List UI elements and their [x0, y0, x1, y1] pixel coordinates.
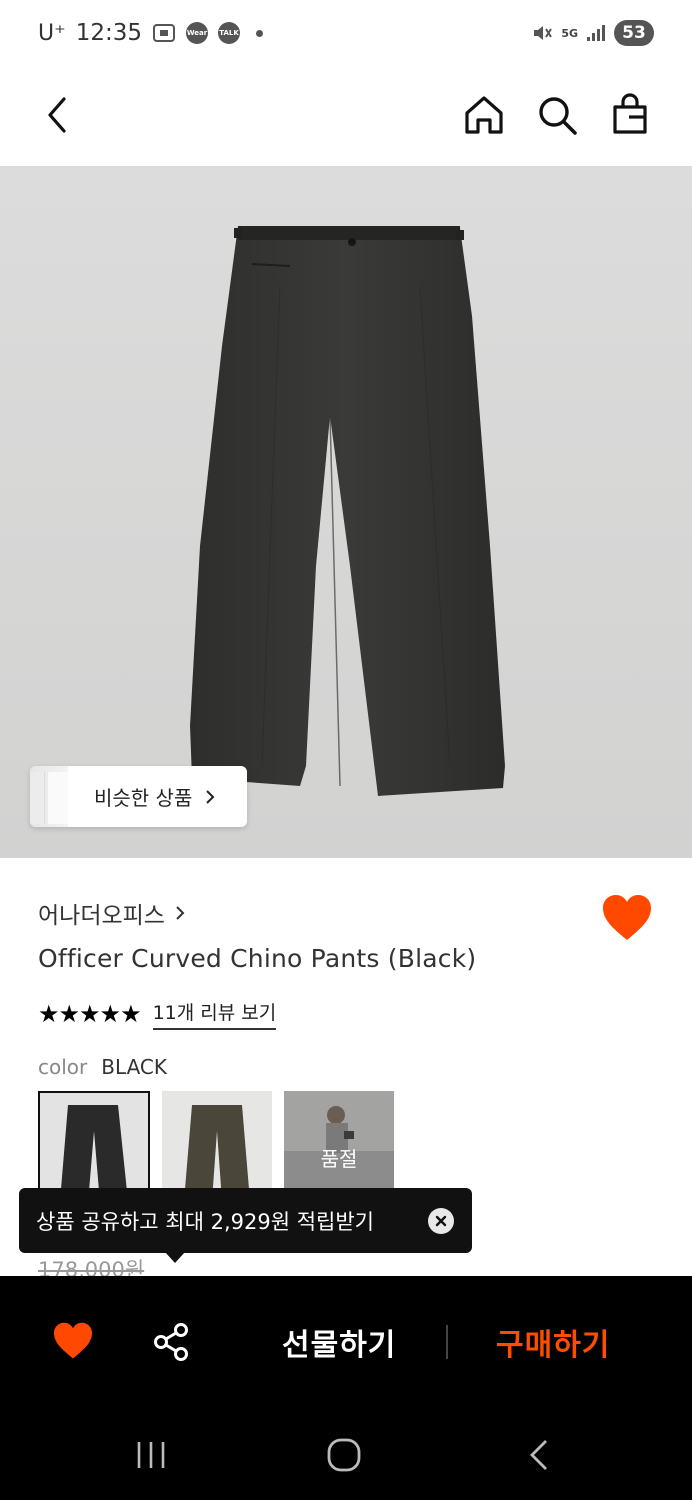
back-nav-button[interactable] — [526, 1438, 550, 1476]
gift-button[interactable]: 선물하기 — [282, 1320, 396, 1364]
status-left: U⁺ 12:35 Wear TALK — [38, 20, 264, 46]
chevron-left-icon — [48, 97, 66, 133]
color-swatches: 품절 — [38, 1091, 394, 1203]
bottom-wishlist-button[interactable] — [52, 1322, 94, 1364]
heart-icon — [603, 895, 651, 940]
talk-icon: TALK — [218, 22, 241, 44]
product-title: Officer Curved Chino Pants (Black) — [38, 944, 477, 973]
similar-products-thumbnail — [30, 766, 68, 827]
recent-apps-icon — [137, 1442, 165, 1468]
swatch-olive[interactable] — [162, 1091, 272, 1201]
heart-icon — [54, 1322, 92, 1359]
pants-illustration — [190, 226, 505, 796]
wear-icon: Wear — [186, 22, 209, 44]
screenshot-icon — [152, 22, 176, 44]
app-header — [0, 72, 692, 166]
star-rating: ★★★★★ — [38, 1000, 142, 1028]
signal-icon — [586, 24, 606, 42]
home-icon — [465, 96, 503, 134]
home-circle-icon — [327, 1438, 361, 1472]
review-link[interactable]: 11개 리뷰 보기 — [152, 998, 277, 1030]
search-button[interactable] — [532, 90, 582, 140]
sold-out-label: 품절 — [320, 1147, 358, 1171]
carrier-label: U⁺ — [38, 20, 66, 46]
recent-apps-button[interactable] — [134, 1438, 168, 1476]
similar-products-label: 비슷한 상품 — [94, 786, 193, 810]
brand-link[interactable]: 어나더오피스 — [38, 896, 187, 930]
chevron-right-icon — [206, 789, 215, 804]
wishlist-button[interactable] — [601, 894, 653, 946]
rating-row: ★★★★★ 11개 리뷰 보기 — [38, 998, 277, 1030]
shopping-bag-icon — [613, 93, 647, 134]
action-divider — [446, 1325, 448, 1359]
close-icon — [435, 1215, 447, 1227]
clock: 12:35 — [75, 20, 143, 46]
tooltip-text: 상품 공유하고 최대 2,929원 적립받기 — [36, 1209, 374, 1234]
battery-indicator: 53 — [614, 20, 654, 46]
status-right: 5G 53 — [531, 20, 654, 46]
chevron-right-icon — [176, 906, 185, 920]
tooltip-close-button[interactable] — [428, 1208, 454, 1234]
search-icon — [539, 97, 577, 135]
similar-products-button[interactable]: 비슷한 상품 — [30, 766, 247, 827]
swatch-model[interactable]: 품절 — [284, 1091, 394, 1201]
mute-icon — [531, 22, 553, 44]
tooltip-arrow — [165, 1252, 185, 1263]
back-button[interactable] — [32, 90, 82, 140]
color-label: color — [38, 1055, 88, 1079]
cart-button[interactable] — [605, 90, 655, 140]
brand-name: 어나더오피스 — [38, 903, 165, 929]
swatch-black[interactable] — [38, 1091, 150, 1203]
color-row: color BLACK — [38, 1055, 167, 1079]
share-button[interactable] — [152, 1322, 192, 1366]
status-bar: U⁺ 12:35 Wear TALK 5G 53 — [0, 0, 692, 72]
notification-dot-icon — [256, 29, 264, 37]
share-reward-tooltip: 상품 공유하고 최대 2,929원 적립받기 — [19, 1188, 472, 1263]
share-icon — [154, 1323, 188, 1361]
home-nav-button[interactable] — [326, 1438, 362, 1476]
color-value: BLACK — [101, 1055, 167, 1079]
home-button[interactable] — [459, 90, 509, 140]
buy-button[interactable]: 구매하기 — [496, 1320, 610, 1364]
product-image[interactable] — [0, 166, 692, 858]
back-arrow-icon — [530, 1440, 547, 1470]
system-nav-bar — [0, 1410, 692, 1500]
network-label: 5G — [561, 26, 578, 40]
